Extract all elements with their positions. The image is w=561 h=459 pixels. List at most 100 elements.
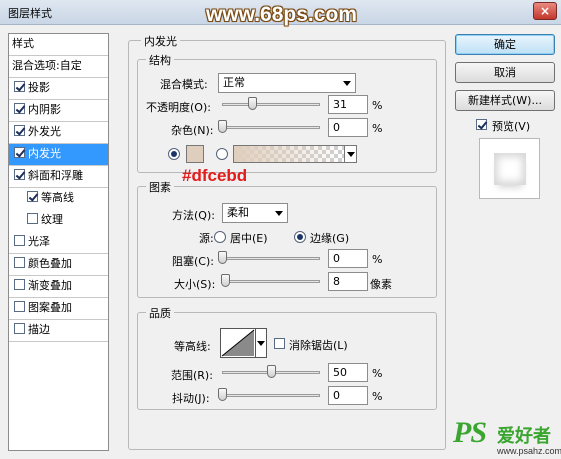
style-item-7[interactable]: 光泽 — [9, 232, 108, 254]
style-item-label: 斜面和浮雕 — [28, 169, 83, 182]
color-annotation: #dfcebd — [182, 166, 248, 185]
antialias-label[interactable]: 消除锯齿(L) — [289, 337, 348, 353]
logo-url: www.psahz.com — [497, 446, 561, 456]
blend-mode-label: 混合模式: — [160, 78, 208, 91]
style-item-checkbox[interactable] — [14, 147, 25, 158]
style-item-label: 内阴影 — [28, 103, 61, 116]
range-slider[interactable] — [222, 365, 320, 378]
style-item-8[interactable]: 颜色叠加 — [9, 254, 108, 276]
style-item-label: 颜色叠加 — [28, 257, 72, 270]
style-item-11[interactable]: 描边 — [9, 320, 108, 342]
source-center-label[interactable]: 居中(E) — [230, 230, 268, 246]
cancel-button[interactable]: 取消 — [455, 62, 555, 83]
style-item-9[interactable]: 渐变叠加 — [9, 276, 108, 298]
choke-input[interactable]: 0 — [328, 249, 368, 268]
choke-label: 阻塞(C): — [172, 255, 214, 268]
style-item-checkbox[interactable] — [14, 235, 25, 246]
structure-legend: 结构 — [146, 52, 174, 68]
style-item-6[interactable]: 纹理 — [9, 210, 108, 232]
style-item-label: 内发光 — [28, 147, 61, 160]
style-item-label: 图案叠加 — [28, 301, 72, 314]
size-input[interactable]: 8 — [328, 272, 368, 291]
style-item-label: 光泽 — [28, 235, 50, 248]
opacity-slider[interactable] — [222, 97, 320, 110]
source-edge-label[interactable]: 边缘(G) — [310, 230, 349, 246]
opacity-unit: % — [372, 99, 383, 112]
title-bar: 图层样式 www.68ps.com × — [0, 0, 561, 26]
style-item-10[interactable]: 图案叠加 — [9, 298, 108, 320]
blend-options-item[interactable]: 混合选项:自定 — [9, 56, 108, 78]
method-value: 柔和 — [227, 206, 249, 219]
choke-slider-thumb[interactable] — [218, 251, 227, 264]
noise-unit: % — [372, 122, 383, 135]
source-label: 源: — [199, 232, 214, 245]
size-slider[interactable] — [221, 274, 320, 287]
size-unit: 像素 — [370, 278, 392, 291]
style-item-checkbox[interactable] — [14, 125, 25, 136]
contour-dropdown-arrow[interactable] — [256, 328, 267, 358]
style-item-3[interactable]: 内发光 — [9, 144, 108, 166]
choke-slider[interactable] — [218, 251, 320, 264]
opacity-input[interactable]: 31 — [328, 95, 368, 114]
style-item-checkbox[interactable] — [27, 191, 38, 202]
jitter-input[interactable]: 0 — [328, 386, 368, 405]
source-edge-radio[interactable] — [294, 231, 306, 243]
preview-checkbox[interactable] — [476, 119, 487, 130]
style-item-5[interactable]: 等高线 — [9, 188, 108, 210]
jitter-slider-thumb[interactable] — [218, 388, 227, 401]
contour-picker[interactable] — [220, 328, 256, 358]
noise-slider[interactable] — [218, 120, 320, 133]
chevron-down-icon — [275, 211, 283, 216]
style-item-label: 渐变叠加 — [28, 279, 72, 292]
range-input[interactable]: 50 — [328, 363, 368, 382]
preview-label[interactable]: 预览(V) — [492, 118, 530, 134]
chevron-down-icon — [343, 81, 351, 86]
contour-linear-icon — [221, 329, 255, 357]
style-item-label: 纹理 — [41, 213, 63, 226]
styles-list: 样式 混合选项:自定 投影内阴影外发光内发光斜面和浮雕等高线纹理光泽颜色叠加渐变… — [8, 33, 109, 451]
style-item-2[interactable]: 外发光 — [9, 122, 108, 144]
style-item-checkbox[interactable] — [14, 103, 25, 114]
range-slider-thumb[interactable] — [267, 365, 276, 378]
ok-button[interactable]: 确定 — [455, 34, 555, 55]
style-item-1[interactable]: 内阴影 — [9, 100, 108, 122]
method-select[interactable]: 柔和 — [222, 203, 288, 223]
style-item-checkbox[interactable] — [14, 323, 25, 334]
style-item-checkbox[interactable] — [27, 213, 38, 224]
style-item-checkbox[interactable] — [14, 169, 25, 180]
style-item-checkbox[interactable] — [14, 301, 25, 312]
jitter-slider[interactable] — [218, 388, 320, 401]
styles-header[interactable]: 样式 — [9, 34, 108, 56]
contour-label: 等高线: — [174, 340, 211, 353]
style-item-4[interactable]: 斜面和浮雕 — [9, 166, 108, 188]
jitter-label: 抖动(J): — [172, 392, 210, 405]
logo-ps: PS — [453, 416, 487, 449]
elements-legend: 图素 — [146, 179, 174, 195]
style-item-label: 等高线 — [41, 191, 74, 204]
close-button[interactable]: × — [533, 2, 557, 20]
style-item-checkbox[interactable] — [14, 257, 25, 268]
gradient-dropdown-arrow[interactable] — [344, 145, 357, 163]
style-item-label: 描边 — [28, 323, 50, 336]
antialias-checkbox[interactable] — [274, 338, 285, 349]
glow-color-swatch[interactable] — [186, 145, 204, 163]
gradient-swatch[interactable] — [233, 145, 345, 163]
blend-mode-select[interactable]: 正常 — [218, 73, 356, 93]
opacity-slider-thumb[interactable] — [248, 97, 258, 110]
new-style-button[interactable]: 新建样式(W)... — [455, 90, 555, 111]
noise-label: 杂色(N): — [171, 124, 214, 137]
gradient-radio[interactable] — [216, 148, 228, 160]
noise-slider-thumb[interactable] — [218, 120, 227, 133]
color-radio[interactable] — [168, 148, 180, 160]
style-item-0[interactable]: 投影 — [9, 78, 108, 100]
method-label: 方法(Q): — [172, 209, 215, 222]
choke-unit: % — [372, 253, 383, 266]
style-item-checkbox[interactable] — [14, 279, 25, 290]
logo-cn: 爱好者 — [497, 426, 551, 447]
style-item-checkbox[interactable] — [14, 81, 25, 92]
size-slider-thumb[interactable] — [221, 274, 231, 287]
style-item-label: 投影 — [28, 81, 50, 94]
noise-input[interactable]: 0 — [328, 118, 368, 137]
source-center-radio[interactable] — [214, 231, 226, 243]
style-preview — [479, 138, 540, 199]
